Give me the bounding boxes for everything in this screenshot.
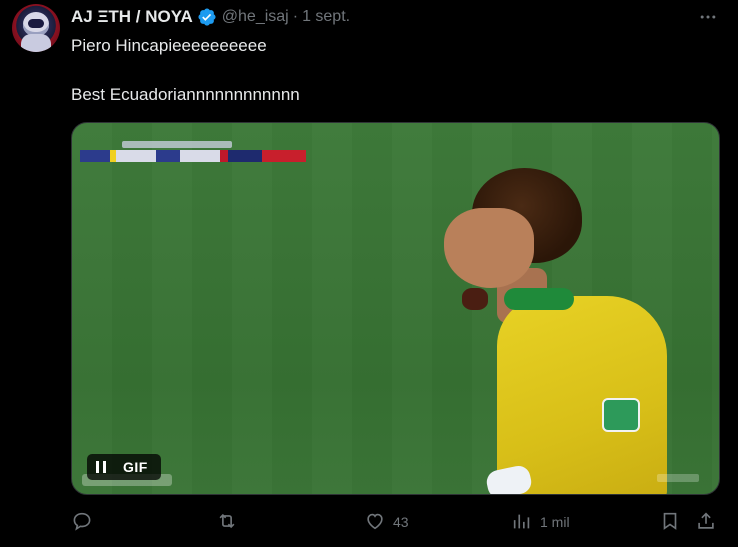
avatar[interactable] bbox=[12, 4, 60, 52]
verified-badge-icon[interactable] bbox=[197, 7, 217, 27]
post-timestamp[interactable]: 1 sept. bbox=[302, 8, 350, 26]
post-text-line-2: Best Ecuadoriannnnnnnnnnnn bbox=[71, 85, 300, 104]
share-icon bbox=[695, 510, 717, 535]
heart-icon bbox=[364, 510, 386, 535]
post-text-line-1: Piero Hincapieeeeeeeeee bbox=[71, 36, 267, 55]
gif-badge: GIF bbox=[123, 459, 148, 475]
tweet[interactable]: AJ ΞTH / NOYA @he_isaj · 1 sept. Piero H… bbox=[0, 0, 738, 547]
author-handle[interactable]: @he_isaj bbox=[222, 8, 289, 26]
separator-dot: · bbox=[292, 8, 299, 25]
broadcast-watermark bbox=[657, 474, 699, 482]
gif-media[interactable]: GIF bbox=[71, 122, 720, 495]
views-button[interactable]: 1 mil bbox=[511, 508, 570, 536]
bookmark-icon bbox=[659, 510, 681, 535]
more-options-icon[interactable] bbox=[696, 8, 720, 26]
views-count: 1 mil bbox=[540, 514, 570, 530]
repost-icon bbox=[216, 510, 238, 535]
reply-button[interactable] bbox=[71, 508, 93, 536]
avatar-visor bbox=[28, 19, 44, 28]
action-bar: 43 1 mil bbox=[71, 508, 721, 536]
share-button[interactable] bbox=[695, 508, 717, 536]
bookmark-button[interactable] bbox=[659, 508, 681, 536]
reply-icon bbox=[71, 510, 93, 535]
scorebug-title bbox=[122, 141, 232, 148]
tweet-header: AJ ΞTH / NOYA @he_isaj · 1 sept. bbox=[71, 6, 350, 28]
repost-button[interactable] bbox=[216, 508, 238, 536]
avatar-body bbox=[21, 34, 51, 52]
gif-controls[interactable]: GIF bbox=[87, 454, 161, 480]
like-button[interactable]: 43 bbox=[364, 508, 409, 536]
like-count: 43 bbox=[393, 514, 409, 530]
views-icon bbox=[511, 510, 533, 535]
scorebug bbox=[80, 150, 306, 162]
author-name[interactable]: AJ ΞTH / NOYA bbox=[71, 7, 193, 27]
pause-icon[interactable] bbox=[87, 454, 115, 480]
player-figure bbox=[442, 168, 719, 494]
